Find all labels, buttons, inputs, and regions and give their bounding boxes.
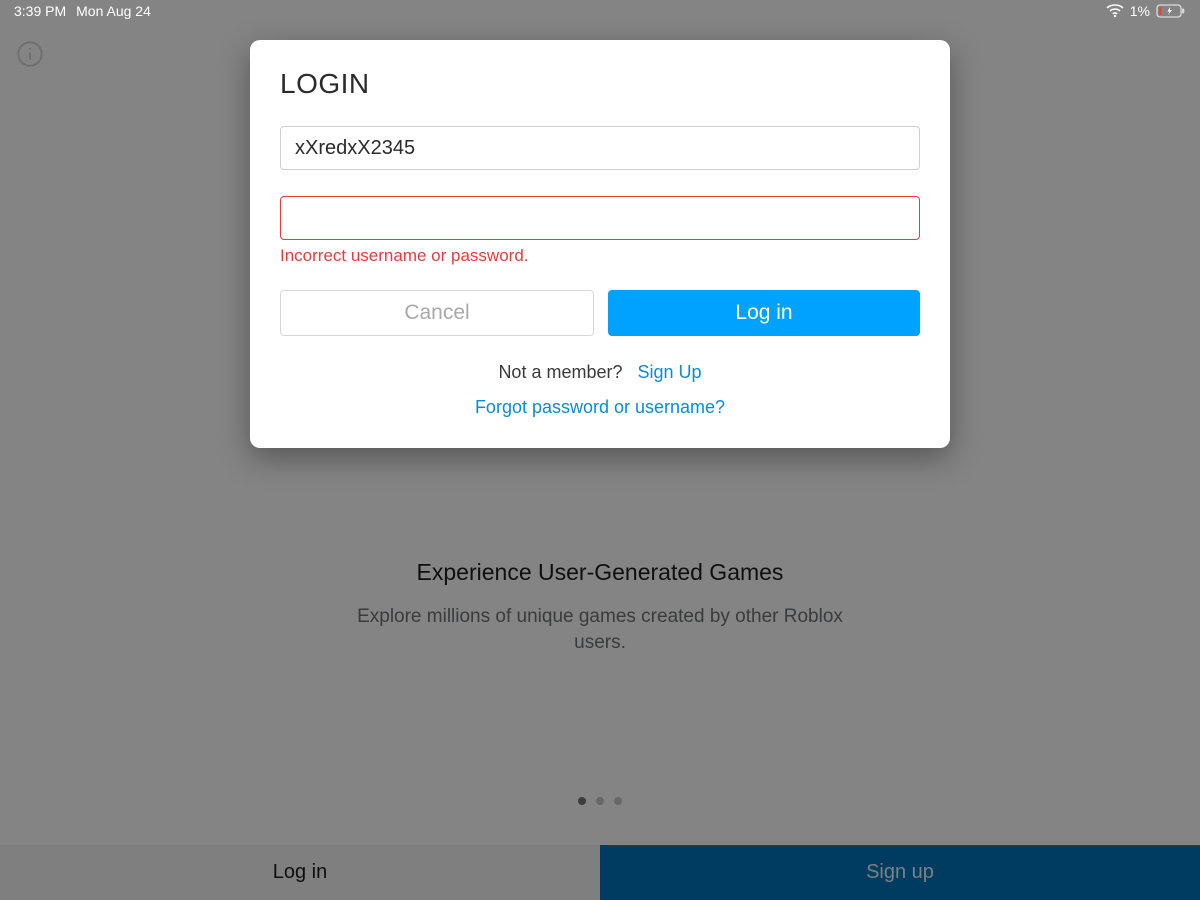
not-a-member-row: Not a member? Sign Up [280,362,920,383]
status-bar: 3:39 PM Mon Aug 24 1% [0,0,1200,22]
cancel-button[interactable]: Cancel [280,290,594,336]
info-icon [16,55,44,72]
sign-up-link[interactable]: Sign Up [638,362,702,382]
status-time: 3:39 PM [14,3,66,19]
login-button-label: Log in [735,301,792,325]
wifi-icon [1106,4,1124,18]
battery-low-charging-icon [1156,4,1186,18]
login-error-text: Incorrect username or password. [280,246,920,266]
not-a-member-text: Not a member? [498,362,622,382]
password-input[interactable] [280,196,920,240]
info-button[interactable] [16,40,44,68]
login-modal-title: LOGIN [280,68,920,100]
forgot-password-link[interactable]: Forgot password or username? [280,397,920,418]
cancel-button-label: Cancel [404,301,469,325]
login-button[interactable]: Log in [608,290,920,336]
login-modal: LOGIN Incorrect username or password. Ca… [250,40,950,448]
username-input[interactable] [280,126,920,170]
status-battery-pct: 1% [1130,3,1150,19]
status-date: Mon Aug 24 [76,3,151,19]
